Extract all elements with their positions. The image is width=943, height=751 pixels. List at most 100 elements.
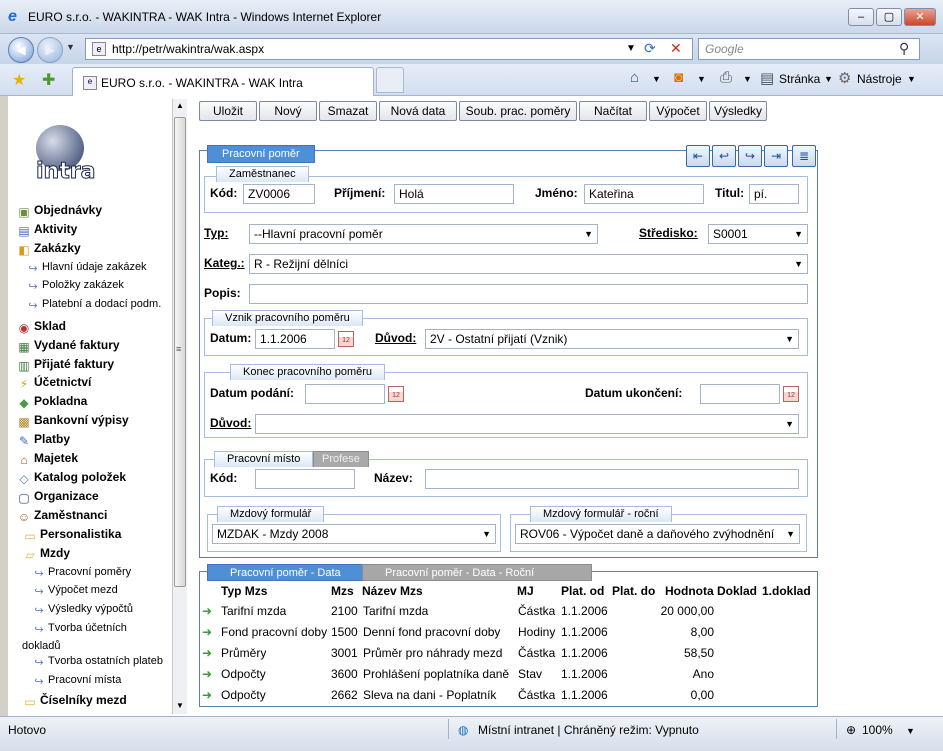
datum-podani-field[interactable] [305,384,385,404]
sidebar-item-pracovní-poměry[interactable]: ↪ Pracovní poměry [32,566,131,584]
row-arrow-icon[interactable]: ➜ [202,625,212,639]
row-arrow-icon[interactable]: ➜ [202,646,212,660]
maximize-button[interactable]: ▢ [876,8,902,26]
misto-kod-field[interactable] [255,469,355,489]
vznik-duvod-select[interactable]: 2V - Ostatní přijatí (Vznik) ▼ [425,329,799,349]
row-arrow-icon[interactable]: ➜ [202,688,212,702]
home-dropdown-icon[interactable]: ▼ [652,74,661,84]
sidebar-item-vydané-faktury[interactable]: ▦ Vydané faktury [16,338,119,356]
delete-button[interactable]: Smazat [319,101,377,121]
sidebar-item-účetnictví[interactable]: ⚡ Účetnictví [16,375,92,393]
sidebar-item-výpočet-mezd[interactable]: ↪ Výpočet mezd [32,584,117,602]
misto-nazev-field[interactable] [425,469,799,489]
tab-data[interactable]: Pracovní poměr - Data [207,564,364,581]
back-button[interactable]: ◀ [8,37,34,63]
browser-tab[interactable]: e EURO s.r.o. - WAKINTRA - WAK Intra [72,67,374,96]
calendar-icon[interactable]: 12 [783,386,799,402]
tab-pracovni-misto[interactable]: Pracovní místo [214,451,314,467]
sidebar-item-pokladna[interactable]: ◆ Pokladna [16,394,87,412]
typ-select[interactable]: --Hlavní pracovní poměr ▼ [249,224,598,244]
col-doklad-header[interactable]: Doklad [717,584,757,598]
sidebar-item-personalistika[interactable]: ▭ Personalistika [22,527,121,545]
print-dropdown-icon[interactable]: ▼ [743,74,752,84]
first-record-icon[interactable]: ⇤ [686,145,710,167]
page-menu[interactable]: Stránka [779,72,820,86]
scroll-up-icon[interactable]: ▲ [176,101,184,110]
next-record-icon[interactable]: ↪ [738,145,762,167]
add-favorite-icon[interactable]: ✚ [42,70,55,90]
joint-employment-button[interactable]: Soub. prac. poměry [459,101,577,121]
sidebar-item-číselníky-mezd[interactable]: ▭ Číselníky mezd [22,693,126,711]
search-input[interactable]: Google ⚲ [698,38,920,60]
sidebar-item-bankovní-výpisy[interactable]: ▩ Bankovní výpisy [16,413,128,431]
stredisko-select[interactable]: S0001 ▼ [708,224,808,244]
row-arrow-icon[interactable]: ➜ [202,667,212,681]
scroll-down-icon[interactable]: ▼ [176,701,184,710]
row-arrow-icon[interactable]: ➜ [202,604,212,618]
last-record-icon[interactable]: ⇥ [764,145,788,167]
sidebar-item-mzdy[interactable]: ▱ Mzdy [22,546,70,564]
datum-ukonceni-field[interactable] [700,384,780,404]
tools-menu[interactable]: Nástroje [857,72,902,86]
col-plat-do-header[interactable]: Plat. do [612,584,655,598]
history-dropdown-icon[interactable]: ▼ [66,42,75,52]
sidebar-item-pracovní-místa[interactable]: ↪ Pracovní místa [32,674,121,692]
sidebar-item-tvorba-ostatních-plateb[interactable]: ↪ Tvorba ostatních plateb [32,655,163,673]
stop-icon[interactable]: ✕ [670,40,682,57]
col-hodnota-header[interactable]: Hodnota [665,584,714,598]
results-button[interactable]: Výsledky [709,101,767,121]
titul-field[interactable]: pí. [749,184,799,204]
col-plat-od-header[interactable]: Plat. od [561,584,604,598]
col-1doklad-header[interactable]: 1.doklad [762,584,811,598]
vznik-datum-field[interactable]: 1.1.2006 [255,329,335,349]
feeds-icon[interactable]: ◙ [674,69,683,86]
sidebar-item-položky-zakázek[interactable]: ↪ Položky zakázek [26,279,124,297]
sidebar-item-objednávky[interactable]: ▣ Objednávky [16,203,102,221]
list-view-icon[interactable]: ≣ [792,145,816,167]
sidebar-item-aktivity[interactable]: ▤ Aktivity [16,222,77,240]
zone-text[interactable]: Místní intranet | Chráněný režim: Vypnut… [478,723,699,737]
new-button[interactable]: Nový [259,101,317,121]
load-button[interactable]: Načítat [579,101,647,121]
sidebar-scrollbar[interactable]: ▲ ≡ ▼ [172,99,187,714]
sidebar-item-organizace[interactable]: ▢ Organizace [16,489,98,507]
tools-dropdown-icon[interactable]: ▼ [907,74,916,84]
popis-field[interactable] [249,284,808,304]
tab-data-rocni[interactable]: Pracovní poměr - Data - Roční [362,564,592,581]
col-nazev-mzs-header[interactable]: Název Mzs [362,584,423,598]
sidebar-item-sklad[interactable]: ◉ Sklad [16,319,66,337]
close-window-button[interactable]: ✕ [904,8,936,26]
col-mj-header[interactable]: MJ [517,584,534,598]
calendar-icon[interactable]: 12 [338,331,354,347]
feeds-dropdown-icon[interactable]: ▼ [697,74,706,84]
tab-profese[interactable]: Profese [313,451,369,467]
sidebar-item-výsledky-výpočtů[interactable]: ↪ Výsledky výpočtů [32,603,133,621]
sidebar-item-katalog-položek[interactable]: ◇ Katalog položek [16,470,126,488]
minimize-button[interactable]: – [848,8,874,26]
panel-tab-pracovni-pomer[interactable]: Pracovní poměr [207,145,315,163]
mzdovy-formular-select[interactable]: MZDAK - Mzdy 2008 ▼ [212,524,496,544]
new-tab-button[interactable] [376,67,404,93]
print-icon[interactable]: ⎙ [720,69,732,86]
prev-record-icon[interactable]: ↩ [712,145,736,167]
zoom-level[interactable]: 100% [862,723,893,737]
sidebar-item-majetek[interactable]: ⌂ Majetek [16,451,78,469]
sidebar-item-hlavní-údaje-zakázek[interactable]: ↪ Hlavní údaje zakázek [26,261,146,279]
calculation-button[interactable]: Výpočet [649,101,707,121]
url-field[interactable]: e http://petr/wakintra/wak.aspx ▼ ⟳ ✕ [85,38,693,60]
home-icon[interactable]: ⌂ [630,69,639,86]
konec-duvod-select[interactable]: ▼ [255,414,799,434]
save-button[interactable]: Uložit [199,101,257,121]
sidebar-item-zaměstnanci[interactable]: ☺ Zaměstnanci [16,508,108,526]
search-icon[interactable]: ⚲ [899,40,909,57]
sidebar-item-platební-a-dodací-podm-[interactable]: ↪ Platební a dodací podm. [26,298,161,316]
kod-field[interactable]: ZV0006 [243,184,315,204]
new-data-button[interactable]: Nová data [379,101,457,121]
refresh-icon[interactable]: ⟳ [644,40,656,57]
col-mzs-header[interactable]: Mzs [331,584,354,598]
favorites-star-icon[interactable]: ★ [12,70,26,90]
prijmeni-field[interactable]: Holá [394,184,514,204]
forward-button[interactable]: ▶ [37,37,63,63]
sidebar-item-přijaté-faktury[interactable]: ▥ Přijaté faktury [16,357,114,375]
sidebar-item-platby[interactable]: ✎ Platby [16,432,70,450]
